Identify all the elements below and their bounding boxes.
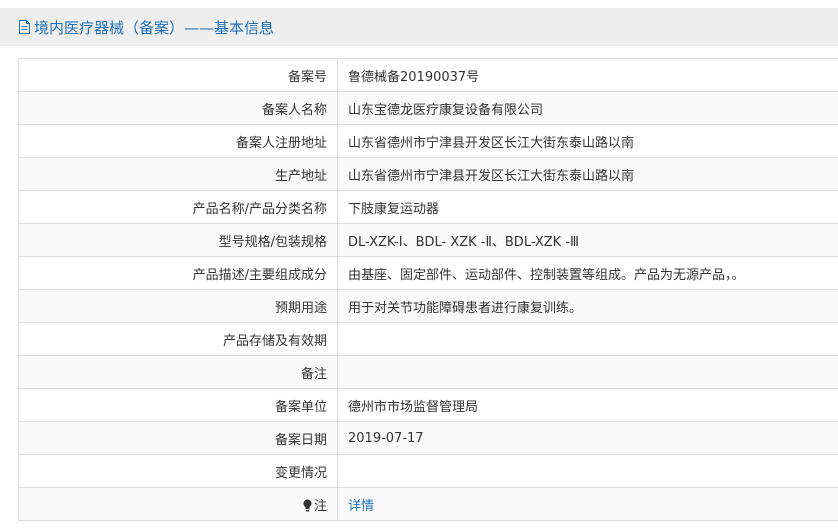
table-row: 备案日期 2019-07-17: [18, 421, 838, 455]
field-value: 由基座、固定部件、运动部件、控制装置等组成。产品为无源产品，。: [337, 256, 838, 290]
field-value: [337, 454, 838, 488]
field-value: 2019-07-17: [337, 421, 838, 455]
details-link[interactable]: 详情: [348, 499, 374, 514]
field-value: 德州市市场监督管理局: [337, 388, 838, 422]
document-icon: [19, 20, 30, 34]
info-table: 备案号 鲁德械备20190037号 备案人名称 山东宝德龙医疗康复设备有限公司 …: [18, 58, 838, 521]
field-value: [337, 355, 838, 389]
note-label-cell: 注: [18, 487, 338, 521]
field-value: 山东省德州市宁津县开发区长江大街东泰山路以南: [337, 157, 838, 191]
field-label: 产品名称/产品分类名称: [18, 190, 338, 224]
field-label: 产品存储及有效期: [18, 322, 338, 356]
field-value: 山东省德州市宁津县开发区长江大街东泰山路以南: [337, 124, 838, 158]
table-row: 备案单位 德州市市场监督管理局: [18, 388, 838, 422]
field-label: 备案单位: [18, 388, 338, 422]
table-row: 备案人名称 山东宝德龙医疗康复设备有限公司: [18, 91, 838, 125]
field-label: 备案日期: [18, 421, 338, 455]
table-row: 注 详情: [18, 487, 838, 521]
field-label: 变更情况: [18, 454, 338, 488]
table-row: 型号规格/包装规格 DL-XZK-Ⅰ、BDL- XZK -Ⅱ、BDL-XZK -…: [18, 223, 838, 257]
field-label: 型号规格/包装规格: [18, 223, 338, 257]
field-label: 预期用途: [18, 289, 338, 323]
field-value: [337, 322, 838, 356]
table-row: 产品描述/主要组成成分 由基座、固定部件、运动部件、控制装置等组成。产品为无源产…: [18, 256, 838, 290]
note-label: 注: [313, 498, 327, 514]
table-row: 产品存储及有效期: [18, 322, 838, 356]
page: 境内医疗器械（备案）——基本信息 备案号 鲁德械备20190037号 备案人名称…: [0, 0, 838, 529]
field-label: 备注: [18, 355, 338, 389]
table-row: 备注: [18, 355, 838, 389]
table-row: 预期用途 用于对关节功能障碍患者进行康复训练。: [18, 289, 838, 323]
page-title: 境内医疗器械（备案）——基本信息: [34, 18, 275, 37]
table-row: 生产地址 山东省德州市宁津县开发区长江大街东泰山路以南: [18, 157, 838, 191]
field-value: 下肢康复运动器: [337, 190, 838, 224]
note-value-cell: 详情: [337, 487, 838, 521]
field-label: 备案人注册地址: [18, 124, 338, 158]
field-value: 鲁德械备20190037号: [337, 58, 838, 92]
field-label: 产品描述/主要组成成分: [18, 256, 338, 290]
field-label: 备案人名称: [18, 91, 338, 125]
field-label: 生产地址: [18, 157, 338, 191]
field-value: DL-XZK-Ⅰ、BDL- XZK -Ⅱ、BDL-XZK -Ⅲ: [337, 223, 838, 257]
section-header: 境内医疗器械（备案）——基本信息: [0, 8, 838, 46]
lightbulb-icon: [303, 499, 312, 511]
field-value: 山东宝德龙医疗康复设备有限公司: [337, 91, 838, 125]
table-row: 产品名称/产品分类名称 下肢康复运动器: [18, 190, 838, 224]
table-row: 备案号 鲁德械备20190037号: [18, 58, 838, 92]
field-value: 用于对关节功能障碍患者进行康复训练。: [337, 289, 838, 323]
table-row: 变更情况: [18, 454, 838, 488]
field-label: 备案号: [18, 58, 338, 92]
table-row: 备案人注册地址 山东省德州市宁津县开发区长江大街东泰山路以南: [18, 124, 838, 158]
